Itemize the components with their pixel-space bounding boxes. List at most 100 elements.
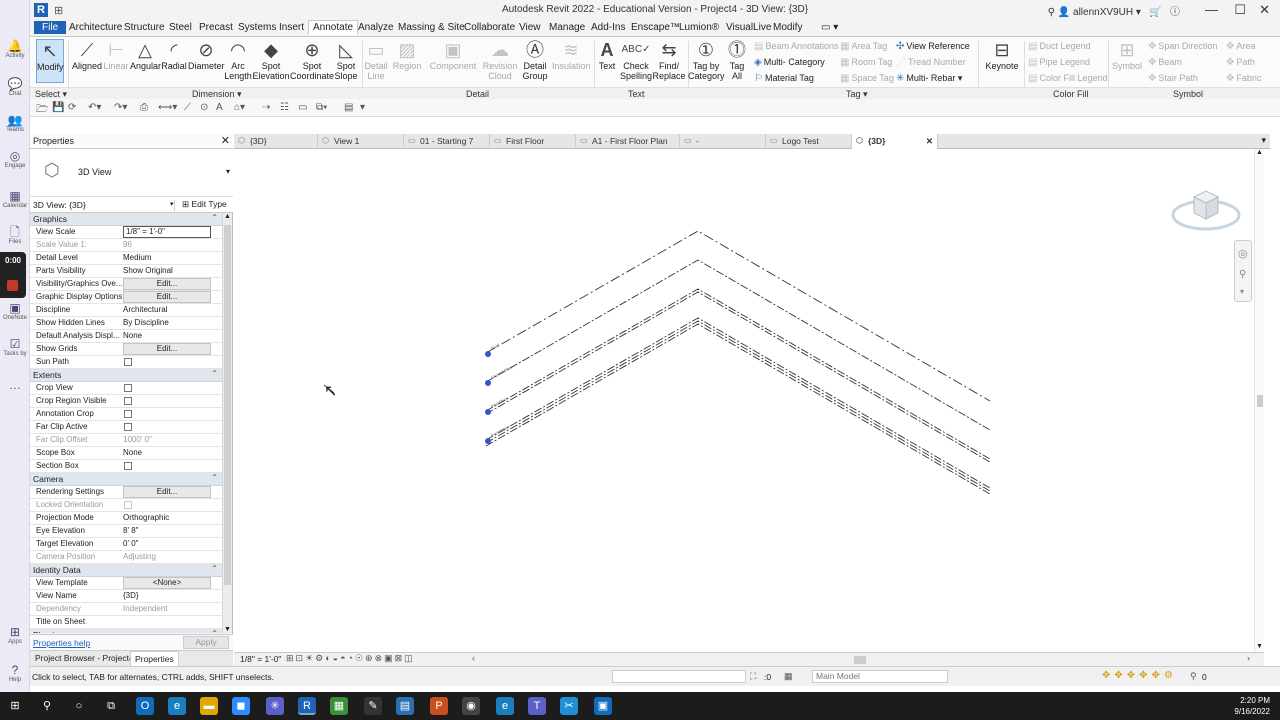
scroll-up-icon[interactable]: ▲: [1256, 149, 1263, 156]
fabric-button[interactable]: ✥ Fabric: [1226, 73, 1261, 84]
component-button[interactable]: ▣ Component: [428, 39, 478, 71]
edit-button[interactable]: <None>: [123, 577, 211, 589]
scroll-up-icon[interactable]: ▲: [224, 213, 231, 220]
linear-dimension-button[interactable]: ⊢ Linear: [102, 39, 130, 71]
collapse-icon[interactable]: ⌃: [211, 629, 218, 633]
property-value[interactable]: 8' 8": [123, 526, 211, 535]
property-value[interactable]: {3D}: [123, 591, 211, 600]
filter-chevron-icon[interactable]: ▾: [170, 200, 174, 208]
system-clock[interactable]: 2:20 PM 9/16/2022: [1234, 695, 1270, 717]
close-hidden-icon[interactable]: ▭: [298, 102, 307, 113]
checkbox[interactable]: [124, 358, 132, 366]
teams-files[interactable]: 🗋 Files: [0, 226, 30, 246]
section-icon[interactable]: ⇢: [262, 102, 270, 113]
teams-teams[interactable]: 👥 Teams: [0, 114, 30, 134]
snip-icon[interactable]: ✂: [560, 697, 578, 715]
scroll-thumb[interactable]: [224, 225, 231, 585]
level-line[interactable]: [485, 291, 991, 463]
edit-type-button[interactable]: ⊞ Edit Type: [182, 199, 227, 210]
tab-lumion[interactable]: Lumion®: [676, 22, 722, 33]
cortana-icon[interactable]: ○: [70, 697, 88, 715]
teams-onenote[interactable]: ▣ OneNote: [0, 302, 30, 322]
level-head-bubble[interactable]: [485, 438, 491, 444]
insulation-button[interactable]: ≋ Insulation: [552, 39, 591, 71]
edge-icon[interactable]: e: [168, 697, 186, 715]
checkbox[interactable]: [124, 410, 132, 418]
instance-filter-select[interactable]: 3D View: {3D}: [33, 200, 175, 211]
checkbox[interactable]: [124, 397, 132, 405]
spot-coordinate-button[interactable]: ⊕ Spot Coordinate: [290, 39, 334, 81]
app-window-icon[interactable]: ▣: [594, 697, 612, 715]
file-explorer-icon[interactable]: ▬: [200, 697, 218, 715]
open-file-icon[interactable]: 🗁: [36, 102, 48, 119]
space-tag-button[interactable]: ▦ Space Tag: [840, 73, 894, 84]
pen-app-icon[interactable]: ✎: [364, 697, 382, 715]
h-scroll-thumb[interactable]: [854, 656, 866, 664]
filter-icon[interactable]: ⚲: [1190, 671, 1197, 682]
section-identity[interactable]: Identity Data ⌃: [30, 564, 222, 577]
check-spelling-button[interactable]: ABC✓ Check Spelling: [620, 39, 652, 81]
property-value[interactable]: None: [123, 448, 211, 457]
level-head-bubble[interactable]: [485, 409, 491, 415]
detail-group-button[interactable]: Ⓐ Detail Group: [520, 39, 550, 81]
path-button[interactable]: ✥ Path: [1226, 57, 1255, 68]
print-icon[interactable]: ⎙: [140, 102, 148, 113]
property-value[interactable]: 0' 0": [123, 539, 211, 548]
tab-visuallive[interactable]: VisualLive: [723, 22, 774, 33]
zoom-icon[interactable]: ⚲: [1239, 269, 1246, 280]
teams-calendar[interactable]: ▦ Calendar: [0, 190, 30, 210]
app-icon[interactable]: ✳: [266, 697, 284, 715]
redo-icon[interactable]: ↷▾: [114, 102, 127, 113]
scroll-right-icon[interactable]: ›: [1247, 653, 1250, 663]
level-head-bubble[interactable]: [485, 380, 491, 386]
collapse-icon[interactable]: ⌃: [211, 369, 218, 378]
property-value[interactable]: Medium: [123, 253, 211, 262]
scroll-down-icon[interactable]: ▼: [1256, 643, 1263, 650]
duct-legend-button[interactable]: ▤ Duct Legend: [1028, 41, 1091, 52]
tab-analyze[interactable]: Analyze: [355, 22, 397, 33]
section-graphics[interactable]: Graphics ⌃: [30, 213, 222, 226]
tab-steel[interactable]: Steel: [166, 22, 195, 33]
view-tab-a1-first-floor-plan[interactable]: ▭ A1 - First Floor Plan: [576, 134, 680, 149]
view-control-icons[interactable]: ⊞⊡☀⚙◐◒◓◔☉⊕⊗▣⊠◫: [286, 653, 415, 664]
modify-button[interactable]: ↖ Modify: [36, 39, 64, 83]
edge-alt-icon[interactable]: e: [496, 697, 514, 715]
spot-slope-button[interactable]: ◺ Spot Slope: [334, 39, 358, 81]
edit-button[interactable]: Edit...: [123, 278, 211, 290]
teams-apps[interactable]: ⊞ Apps: [0, 626, 30, 646]
beam-button[interactable]: ✥ Beam: [1148, 57, 1182, 68]
stop-icon[interactable]: [7, 280, 18, 291]
tab-properties[interactable]: Properties: [130, 651, 179, 667]
beam-annotations-button[interactable]: ▤ Beam Annotations: [754, 41, 839, 52]
viewcube[interactable]: [1171, 190, 1241, 231]
multi-rebar-button[interactable]: ✳ Multi- Rebar ▾: [896, 73, 962, 84]
aligned-dimension-button[interactable]: ⟋ Aligned: [72, 39, 102, 71]
teams-more[interactable]: …: [0, 378, 30, 392]
tab-view[interactable]: View: [516, 22, 544, 33]
tab-project-browser[interactable]: Project Browser - Project4: [32, 653, 137, 663]
canvas-vertical-scrollbar[interactable]: ▲ ▼: [1254, 149, 1264, 652]
arc-length-button[interactable]: ◠ Arc Length: [224, 39, 252, 81]
tab-add-ins[interactable]: Add-Ins: [588, 22, 628, 33]
collapse-icon[interactable]: ⌃: [211, 213, 218, 222]
property-value-input[interactable]: 1/8" = 1'-0": [123, 226, 211, 238]
level-line[interactable]: [485, 288, 991, 460]
tab-systems[interactable]: Systems: [235, 22, 279, 33]
customize-qat-icon[interactable]: ▾: [360, 102, 365, 113]
view-tab-starting[interactable]: ▭ 01 - Starting 7: [404, 134, 490, 149]
view-reference-button[interactable]: ✣ View Reference: [896, 41, 970, 52]
search-icon[interactable]: ⚲: [38, 697, 56, 715]
selection-settings-icons[interactable]: ✥✥✥✥✥⚙: [1102, 670, 1177, 681]
selection-icon[interactable]: ⛶: [750, 671, 756, 682]
detail-line-button[interactable]: ▭ Detail Line: [364, 39, 388, 81]
text-button[interactable]: A Text: [596, 39, 618, 71]
revision-cloud-button[interactable]: ☁ Revision Cloud: [482, 39, 518, 81]
tab-massing-site[interactable]: Massing & Site: [395, 22, 468, 33]
level-line[interactable]: [485, 230, 991, 402]
teams-taskbar-icon[interactable]: T: [528, 697, 546, 715]
view-scale[interactable]: 1/8" = 1'-0": [240, 654, 281, 664]
workset-dropdown[interactable]: [612, 670, 746, 683]
pipe-legend-button[interactable]: ▤ Pipe Legend: [1028, 57, 1090, 68]
close-tab-icon[interactable]: ✕: [926, 134, 933, 148]
angular-dimension-button[interactable]: △ Angular: [130, 39, 161, 71]
